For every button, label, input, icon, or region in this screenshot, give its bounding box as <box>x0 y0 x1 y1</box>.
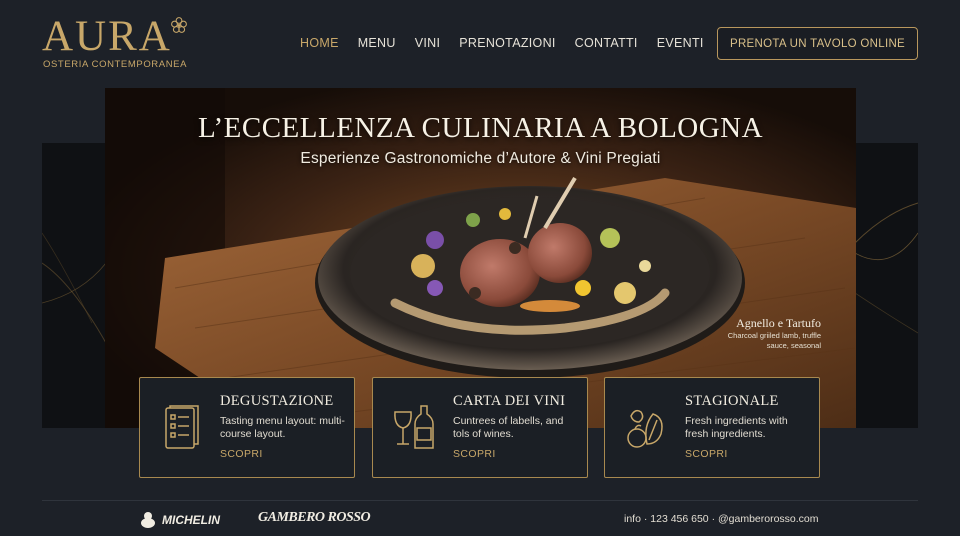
side-decoration-right <box>855 143 918 428</box>
card-description: Fresh ingredients with fresh ingredients… <box>685 415 788 440</box>
card-description: Tasting menu layout: multi-course layout… <box>220 415 345 440</box>
brand-logo[interactable]: AURA OSTERIA CONTEMPORANEA <box>42 14 192 72</box>
svg-text:MICHELIN: MICHELIN <box>162 513 220 527</box>
wine-glass-bottle-icon <box>394 405 434 449</box>
vegetables-icon <box>627 409 663 448</box>
card-title: STAGIONALE <box>685 393 779 409</box>
brand-name: AURA <box>42 13 172 60</box>
card-link[interactable]: SCOPRI <box>453 448 496 460</box>
side-decoration-left <box>42 143 106 428</box>
book-table-button[interactable]: PRENOTA UN TAVOLO ONLINE <box>717 27 918 60</box>
hero-subtitle: Esperienze Gastronomiche d’Autore & Vini… <box>300 150 661 167</box>
contact-info: info · 123 456 650 · @gamberorosso.com <box>624 513 819 525</box>
card-link[interactable]: SCOPRI <box>220 448 263 460</box>
flower-icon <box>171 17 187 33</box>
nav-vini[interactable]: VINI <box>415 34 441 52</box>
card-description: Cuntrees of labells, and tols of wines. <box>453 415 564 440</box>
brand-tagline: OSTERIA CONTEMPORANEA <box>43 59 188 70</box>
menu-list-icon <box>165 405 199 449</box>
nav-prenotazioni[interactable]: PRENOTAZIONI <box>459 34 555 52</box>
hero-title: L’ECCELLENZA CULINARIA A BOLOGNA <box>197 112 764 144</box>
dish-description: Charcoal griiled lamb, truffle sauce, se… <box>727 331 821 350</box>
card-carta-dei-vini[interactable]: CARTA DEI VINI Cuntrees of labells, and … <box>372 377 588 478</box>
card-link[interactable]: SCOPRI <box>685 448 728 460</box>
card-degustazione[interactable]: DEGUSTAZIONE Tasting menu layout: multi-… <box>139 377 355 478</box>
nav-eventi[interactable]: EVENTI <box>657 34 704 52</box>
nav-home[interactable]: HOME <box>300 34 339 52</box>
footer-divider <box>42 500 918 501</box>
card-stagionale[interactable]: STAGIONALE Fresh ingredients with fresh … <box>604 377 820 478</box>
card-title: DEGUSTAZIONE <box>220 393 334 409</box>
nav-menu[interactable]: MENU <box>358 34 396 52</box>
dish-name: Agnello e Tartufo <box>736 316 821 330</box>
gambero-rosso-logo: GAMBERO ROSSO <box>258 510 371 525</box>
card-title: CARTA DEI VINI <box>453 393 566 409</box>
michelin-logo: MICHELIN <box>141 512 220 528</box>
main-nav: HOME MENU VINI PRENOTAZIONI CONTATTI EVE… <box>300 34 723 52</box>
nav-contatti[interactable]: CONTATTI <box>575 34 638 52</box>
